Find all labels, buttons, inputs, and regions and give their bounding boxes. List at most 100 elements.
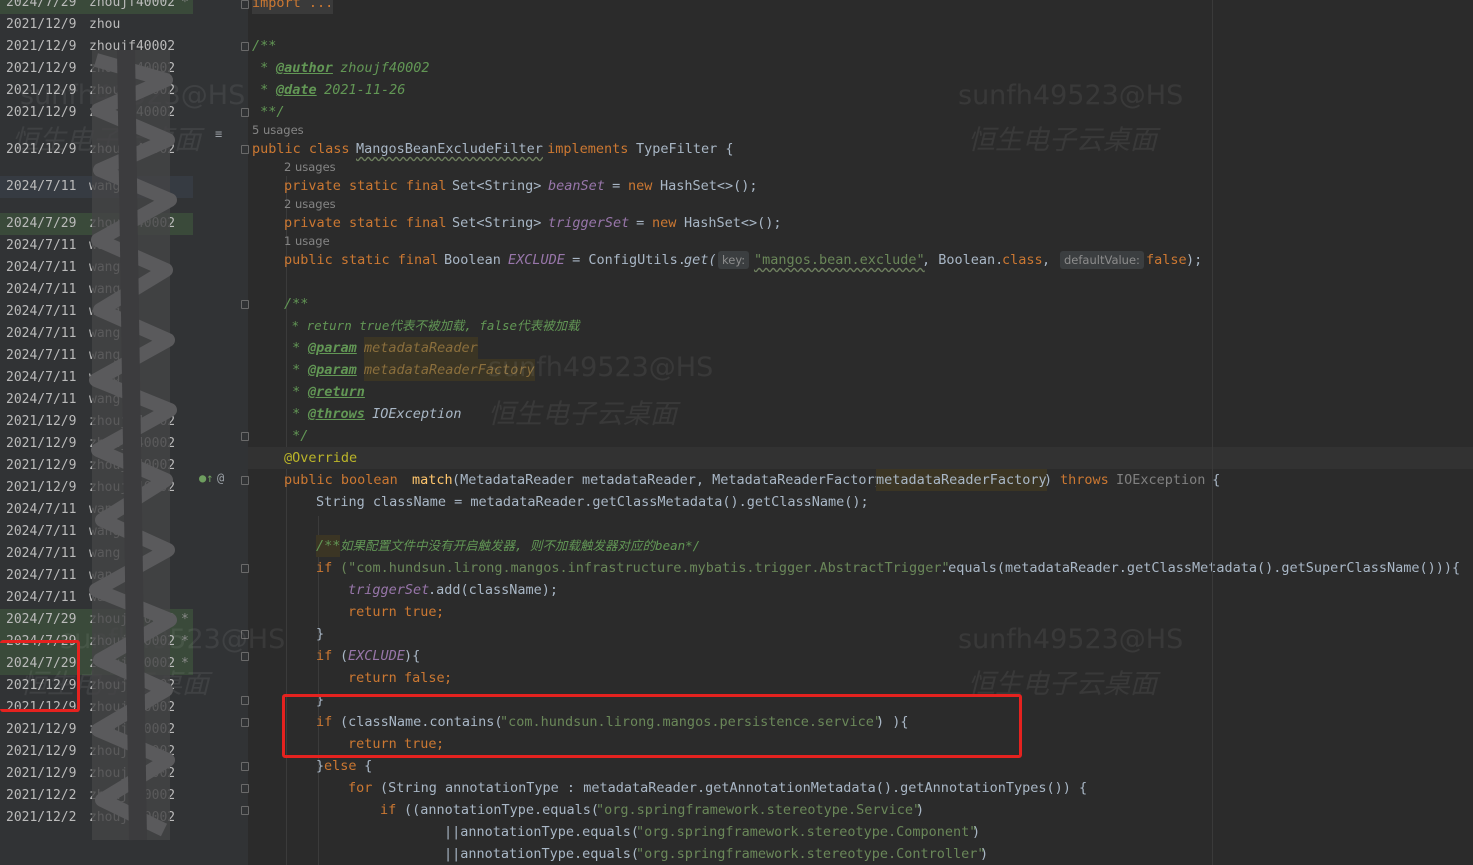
blame-date: 2024/7/11	[6, 524, 77, 539]
blame-date: 2024/7/11	[6, 238, 77, 253]
code-line: public boolean match (MetadataReader met…	[248, 469, 1473, 491]
blame-row[interactable]: 2024/7/11 wang	[0, 323, 193, 345]
code-line: public class MangosBeanExcludeFilter imp…	[248, 138, 1473, 160]
override-annotation[interactable]: @Override	[284, 447, 357, 469]
doc-return-description: * return true代表不被加载, false代表被加载	[284, 318, 580, 333]
blame-row[interactable]: 2021/12/9 zhoujf40002	[0, 58, 193, 80]
blame-row[interactable]: 2021/12/2 zhoujf40002	[0, 807, 193, 829]
blame-author: zhoujf40002	[89, 766, 176, 781]
override-up-arrow-icon[interactable]: ●↑	[199, 471, 213, 485]
blame-author: wang	[89, 392, 121, 407]
code-line: * return true代表不被加载, false代表被加载	[248, 315, 1473, 337]
blame-row[interactable]: 2021/12/9 zhoujf40002	[0, 139, 193, 161]
code-line: * @param metadataReaderFactory	[248, 359, 1473, 381]
red-highlight-code	[282, 694, 1022, 758]
blame-row[interactable]: 2024/7/29 zhoujf40002	[0, 213, 193, 235]
blame-row[interactable]: 2024/7/11 wang	[0, 345, 193, 367]
blame-row[interactable]: 2024/7/11 wang	[0, 499, 193, 521]
blame-author: zhoujf40002	[89, 458, 176, 473]
doc-comment-open: /**	[252, 38, 277, 54]
blame-modified-marker: *	[181, 656, 189, 671]
usages-hint[interactable]: 5 usages	[252, 123, 304, 137]
blame-date: 2021/12/9	[6, 480, 77, 495]
code-line: }	[316, 626, 325, 642]
blame-row[interactable]: 2021/12/9 zhoujf40002	[0, 433, 193, 455]
blame-row[interactable]: 2024/7/11 wang	[0, 257, 193, 279]
blame-row[interactable]: 2021/12/9 zhou	[0, 14, 193, 36]
blame-row[interactable]: 2024/7/11 wang	[0, 521, 193, 543]
blame-annotation-column[interactable]: 2024/7/29 zhoujf40002 * 2021/12/9 zhou 2021/1…	[0, 0, 193, 865]
field-trigger-set[interactable]: triggerSet	[548, 212, 629, 234]
blame-row[interactable]: 2021/12/9 zhoujf40002	[0, 741, 193, 763]
blame-date: 2024/7/29	[6, 216, 77, 231]
blame-row[interactable]: 2024/7/11 wang	[0, 587, 193, 609]
right-margin-guide	[1212, 0, 1213, 865]
blame-author: wang	[89, 502, 121, 517]
blame-date: 2021/12/9	[6, 61, 77, 76]
class-name[interactable]: MangosBeanExcludeFilter	[356, 138, 543, 160]
blame-row[interactable]: 2024/7/11 wang	[0, 301, 193, 323]
blame-date: 2021/12/9	[6, 83, 77, 98]
blame-modified-marker: *	[181, 612, 189, 627]
code-line: */	[284, 428, 309, 444]
blame-modified-marker: *	[181, 634, 189, 649]
blame-row[interactable]: 2021/12/9 zhoujf40002	[0, 719, 193, 741]
blame-date: 2024/7/11	[6, 546, 77, 561]
doc-tag-date: @date	[276, 82, 317, 98]
blame-row[interactable]: 2024/7/11 wang	[0, 389, 193, 411]
blame-date: 2024/7/11	[6, 348, 77, 363]
blame-row[interactable]: 2021/12/9 zhoujf40002	[0, 455, 193, 477]
blame-row[interactable]: 2024/7/29 zhoujf40002 *	[0, 0, 193, 14]
blame-row[interactable]: 2021/12/9 zhoujf40002	[0, 80, 193, 102]
blame-row[interactable]: 2021/12/9 zhoujf40002	[0, 411, 193, 433]
usages-hint[interactable]: 2 usages	[284, 160, 336, 174]
blame-row[interactable]: 2024/7/11 wang	[0, 367, 193, 389]
usages-hint[interactable]: 2 usages	[284, 197, 336, 211]
render-doc-icon[interactable]: ≡	[215, 127, 222, 141]
code-line: } else {	[316, 758, 373, 774]
usages-hint[interactable]: 1 usage	[284, 234, 330, 248]
code-line: return true ;	[348, 604, 445, 620]
blame-date: 2021/12/2	[6, 788, 77, 803]
at-sign-icon[interactable]: @	[217, 471, 224, 485]
blame-row[interactable]: 2021/12/9 zhoujf40002	[0, 36, 193, 58]
blame-row[interactable]: 2024/7/11 wang	[0, 235, 193, 257]
blame-row[interactable]: 2024/7/11 wang	[0, 565, 193, 587]
folded-imports[interactable]: import ...	[252, 0, 334, 14]
blame-author: zhoujf40002	[89, 612, 176, 627]
blame-row[interactable]: 2024/7/11 wang	[0, 279, 193, 301]
blame-author: zhoujf40002	[89, 700, 176, 715]
blame-date: 2024/7/11	[6, 260, 77, 275]
blame-row[interactable]: 2021/12/9 zhoujf40002	[0, 763, 193, 785]
blame-row[interactable]: 2021/12/9 zhoujf40002	[0, 477, 193, 499]
blame-date: 2024/7/11	[6, 179, 77, 194]
blame-author: wang	[89, 568, 121, 583]
blame-author: zhoujf40002	[89, 744, 176, 759]
blame-author: zhoujf40002	[89, 436, 176, 451]
blame-author: wang	[89, 370, 121, 385]
blame-row[interactable]: 2024/7/11 wang	[0, 543, 193, 565]
code-line: public static final Boolean EXCLUDE = Co…	[248, 249, 1473, 271]
code-line: /**	[284, 296, 309, 312]
blame-row[interactable]: 2021/12/2 zhoujf40002	[0, 785, 193, 807]
code-line: * @author zhoujf40002	[248, 57, 1473, 79]
code-line: ||annotationType.equals( "org.springfram…	[444, 846, 989, 862]
method-match[interactable]: match	[412, 469, 453, 491]
field-exclude[interactable]: EXCLUDE	[508, 249, 565, 271]
blame-date: 2024/7/11	[6, 502, 77, 517]
blame-row[interactable]: 2024/7/29 zhoujf40002 *	[0, 609, 193, 631]
code-line: /** 如果配置文件中没有开启触发器, 则不加载触发器对应的bean*/	[248, 535, 1473, 557]
blame-date: 2024/7/11	[6, 282, 77, 297]
blame-author: zhoujf40002	[89, 634, 176, 649]
code-line: triggerSet .add(className);	[348, 582, 559, 598]
editor-gutter[interactable]: ≡ ●↑ @	[193, 0, 248, 865]
code-line: import ...	[248, 0, 1473, 14]
red-highlight-blame	[0, 640, 80, 712]
blame-author: zhoujf40002	[89, 722, 176, 737]
param-hint-key: key:	[718, 251, 750, 269]
blame-row[interactable]: 2024/7/11 wang	[0, 176, 193, 198]
code-line: **/	[248, 101, 1473, 123]
interface-name[interactable]: TypeFilter {	[636, 138, 734, 160]
field-bean-set[interactable]: beanSet	[548, 175, 605, 197]
blame-row[interactable]: 2021/12/9 zhoujf40002	[0, 102, 193, 124]
